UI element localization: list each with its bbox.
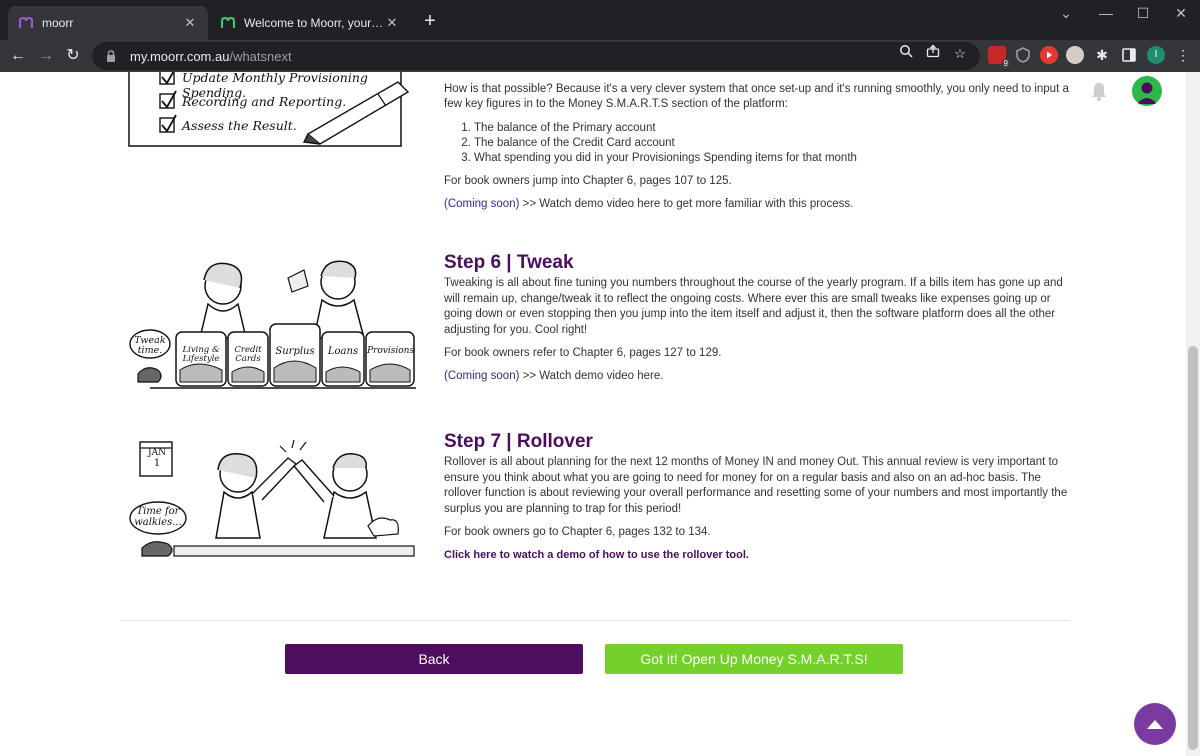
step7-text: Step 7 | Rollover Rollover is all about … (444, 431, 1070, 572)
zoom-icon[interactable] (896, 44, 916, 64)
list-item: The balance of the Primary account (474, 121, 1070, 136)
step7-book-ref: For book owners go to Chapter 6, pages 1… (444, 526, 711, 539)
step5-book-ref: For book owners jump into Chapter 6, pag… (444, 174, 732, 187)
calendar-month: JAN (148, 448, 166, 458)
step5-text: How is that possible? Because it's a ver… (444, 82, 1070, 221)
step6-text: Step 6 | Tweak Tweaking is all about fin… (444, 252, 1070, 393)
extension-red-icon[interactable]: 9 (988, 46, 1010, 68)
checklist-item-3: Assess the Result. (182, 118, 297, 133)
back-button[interactable]: Back (285, 644, 583, 674)
jars-illustration: Tweak time. Living & Lifestyle Credit Ca… (128, 258, 418, 393)
step5-intro: How is that possible? Because it's a ver… (444, 83, 1069, 111)
minimize-icon[interactable]: — (1087, 0, 1125, 28)
user-avatar[interactable] (1132, 76, 1162, 106)
share-icon[interactable] (923, 44, 943, 64)
forward-arrow-icon[interactable]: → (34, 44, 58, 68)
tab-welcome[interactable]: Welcome to Moorr, your Lifestyle by ✕ (210, 6, 410, 40)
coming-soon-label: (Coming soon) (444, 198, 520, 211)
jar-label: Provisions (367, 346, 415, 356)
step6-body: Tweaking is all about fine tuning you nu… (444, 277, 1063, 336)
list-item: What spending you did in your Provisioni… (474, 151, 1070, 166)
close-tab-icon[interactable]: ✕ (182, 15, 198, 31)
divider (120, 620, 1070, 621)
reload-icon[interactable]: ↻ (61, 44, 85, 68)
tab-moorr[interactable]: moorr ✕ (8, 6, 208, 40)
extensions-puzzle-icon[interactable]: ✱ (1093, 46, 1111, 64)
tweak-bubble-text: Tweak time. (134, 335, 166, 356)
extension-shield-icon[interactable] (1014, 46, 1032, 64)
moorr-favicon-icon (18, 15, 34, 31)
tab-title: Welcome to Moorr, your Lifestyle by (244, 16, 384, 30)
jar-label: Living & Lifestyle (182, 345, 220, 364)
moorr-green-favicon-icon (220, 15, 236, 31)
browser-tab-bar: moorr ✕ Welcome to Moorr, your Lifestyle… (0, 0, 1200, 40)
browser-toolbar: ← → ↻ my.moorr.com.au/whatsnext ☆ 9 ✱ I … (0, 40, 1200, 72)
address-bar[interactable]: my.moorr.com.au/whatsnext (92, 42, 980, 70)
url-path: /whatsnext (229, 48, 292, 64)
jars-drawing (129, 260, 416, 389)
step7-body: Rollover is all about planning for the n… (444, 456, 1068, 515)
rollover-demo-link[interactable]: Click here to watch a demo of how to use… (444, 548, 1070, 563)
tab-title: moorr (42, 16, 74, 30)
rollover-illustration: JAN 1 Time for walkies... (128, 438, 418, 558)
side-panel-icon[interactable] (1120, 46, 1138, 64)
new-tab-icon[interactable]: + (418, 10, 442, 34)
walkies-bubble-text: Time for walkies... (134, 506, 182, 528)
lock-icon (107, 50, 115, 62)
step6-title: Step 6 | Tweak (444, 252, 574, 273)
open-money-smarts-button[interactable]: Got it! Open Up Money S.M.A.R.T.S! (605, 644, 903, 674)
jar-label: Loans (327, 346, 359, 357)
extension-face-icon[interactable] (1066, 46, 1084, 64)
close-window-icon[interactable]: ✕ (1162, 0, 1200, 28)
step5-list: The balance of the Primary account The b… (474, 121, 1070, 166)
notification-bell-icon[interactable] (1088, 80, 1110, 102)
maximize-icon[interactable]: ☐ (1124, 0, 1162, 28)
extension-youtube-icon[interactable] (1040, 46, 1058, 64)
step6-demo-line: (Coming soon) >> Watch demo video here. (444, 369, 1070, 384)
calendar-day: 1 (153, 458, 161, 469)
tab-search-icon[interactable]: ⌄ (1047, 0, 1085, 28)
step7-title: Step 7 | Rollover (444, 431, 593, 452)
close-tab-icon[interactable]: ✕ (384, 15, 400, 31)
demo-text: >> Watch demo video here. (522, 370, 664, 383)
demo-text: >> Watch demo video here to get more fam… (522, 198, 854, 211)
bookmark-star-icon[interactable]: ☆ (950, 44, 970, 64)
jar-label: Credit Cards (234, 345, 262, 364)
coming-soon-label: (Coming soon) (444, 370, 520, 383)
chevron-up-icon (1147, 720, 1163, 729)
list-item: The balance of the Credit Card account (474, 136, 1070, 151)
step6-book-ref: For book owners refer to Chapter 6, page… (444, 347, 722, 360)
step5-demo-line: (Coming soon) >> Watch demo video here t… (444, 197, 1070, 212)
menu-kebab-icon[interactable]: ⋮ (1174, 46, 1192, 64)
checklist-item-2: Recording and Reporting. (182, 94, 347, 109)
checklist-illustration: Update Monthly Provisioning Spending. Re… (128, 72, 428, 148)
profile-avatar[interactable]: I (1147, 46, 1165, 64)
back-arrow-icon[interactable]: ← (6, 44, 30, 68)
scroll-to-top-button[interactable] (1134, 703, 1176, 745)
url-host: my.moorr.com.au (130, 48, 230, 64)
extension-badge: 9 (1001, 59, 1010, 68)
scrollbar-thumb[interactable] (1188, 346, 1198, 750)
jar-label: Surplus (275, 346, 315, 357)
page-content: Update Monthly Provisioning Spending. Re… (0, 72, 1200, 756)
